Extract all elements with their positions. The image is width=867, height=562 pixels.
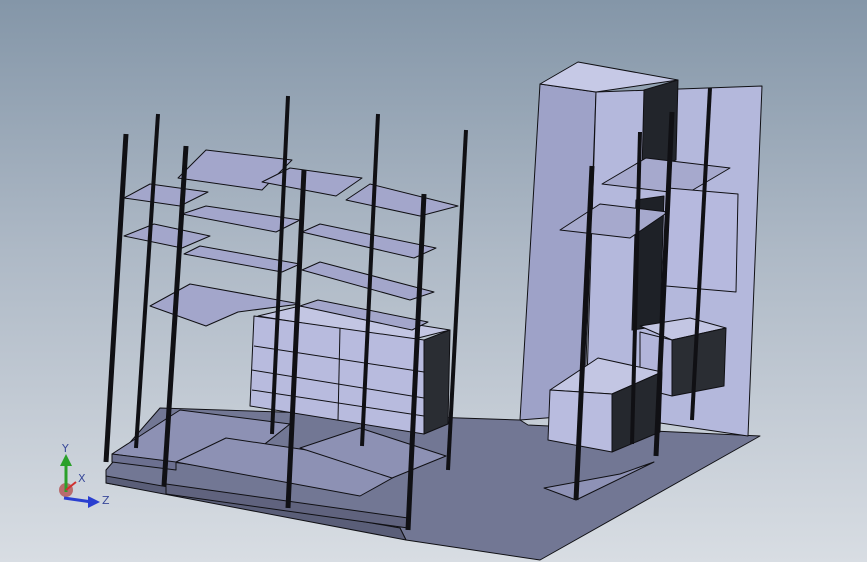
left-cabinet-side	[423, 329, 451, 435]
graphics-viewport[interactable]: Y X Z	[0, 0, 867, 562]
reference-triad[interactable]: Y X Z	[52, 440, 116, 512]
left-post-1[interactable]	[103, 133, 129, 463]
triad-x-label: X	[78, 472, 86, 485]
triad-z-arrow-icon	[88, 496, 100, 508]
left-shelf-top-right[interactable]	[345, 183, 459, 217]
left-shelf-2c[interactable]	[123, 223, 211, 249]
triad-y-arrow-icon	[60, 454, 72, 466]
triad-y-label: Y	[61, 442, 69, 455]
triad-z-label: Z	[102, 494, 110, 507]
left-shelf-top-left[interactable]	[123, 183, 209, 207]
triad-z-axis	[63, 496, 93, 504]
left-shelf-2b[interactable]	[301, 223, 437, 259]
model-scene[interactable]	[0, 0, 867, 562]
right-drawer-upper-side	[671, 327, 727, 397]
left-post-2[interactable]	[134, 113, 160, 449]
